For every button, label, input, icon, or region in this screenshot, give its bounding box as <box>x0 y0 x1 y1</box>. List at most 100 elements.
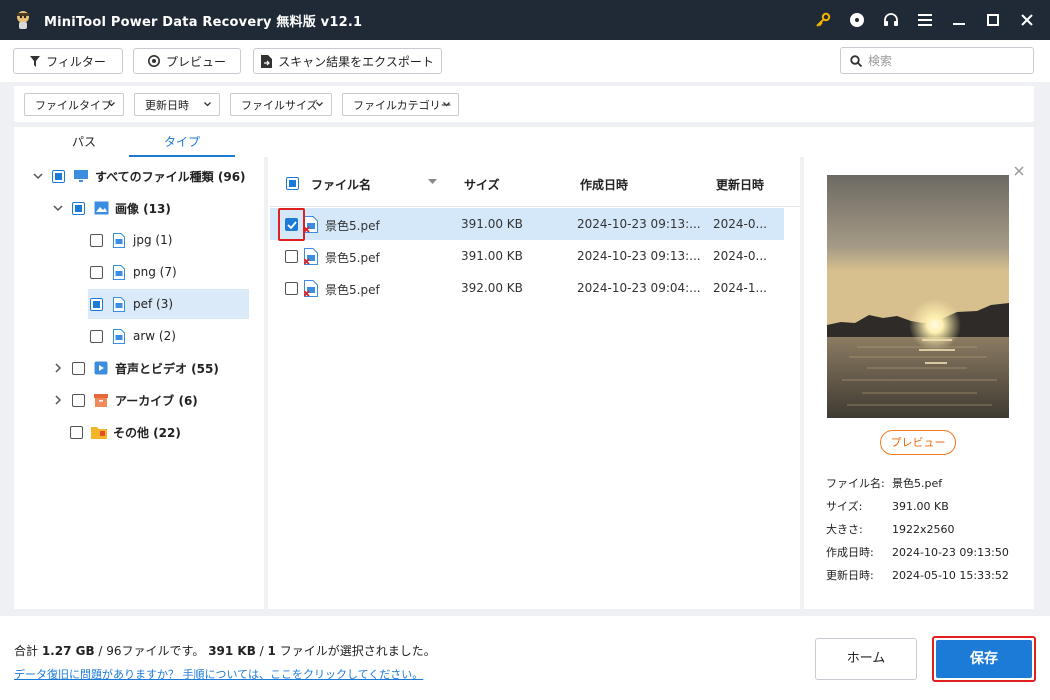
checkbox[interactable] <box>72 201 85 215</box>
tree-item-png[interactable]: png (7) <box>90 257 177 287</box>
close-preview-icon[interactable] <box>1013 165 1025 177</box>
meta-value: 1922x2560 <box>892 523 955 536</box>
row-checkbox[interactable] <box>285 250 298 263</box>
file-created: 2024-10-23 09:04:... <box>577 281 701 295</box>
tree-item-other[interactable]: その他 (22) <box>70 417 181 447</box>
eye-icon <box>147 55 160 67</box>
meta-value: 391.00 KB <box>892 500 949 513</box>
dropdown-label: ファイルサイズ <box>241 98 318 112</box>
row-checkbox[interactable] <box>285 282 298 295</box>
checkbox[interactable] <box>90 265 103 279</box>
checkbox[interactable] <box>90 297 103 311</box>
meta-key: ファイル名: <box>826 477 885 490</box>
home-button[interactable]: ホーム <box>815 638 917 680</box>
chevron-right-icon[interactable] <box>52 362 64 374</box>
folder-icon <box>91 424 107 440</box>
maximize-icon[interactable] <box>980 7 1006 33</box>
headset-icon[interactable] <box>878 7 904 33</box>
checkbox[interactable] <box>52 169 65 183</box>
checkbox[interactable] <box>70 425 83 439</box>
column-header-size[interactable]: サイズ <box>464 176 500 193</box>
chevron-down-icon <box>204 102 211 107</box>
key-icon[interactable] <box>810 7 836 33</box>
tree-item-audio-video[interactable]: 音声とビデオ (55) <box>52 353 219 383</box>
highlight-box <box>278 208 305 241</box>
menu-icon[interactable] <box>912 7 938 33</box>
file-created: 2024-10-23 09:13:... <box>577 217 701 231</box>
column-header-modified[interactable]: 更新日時 <box>716 176 764 193</box>
toolbar: フィルター プレビュー スキャン結果をエクスポート <box>0 40 1050 82</box>
table-row[interactable]: 景色5.pef 391.00 KB 2024-10-23 09:13:... 2… <box>270 208 784 240</box>
file-name: 景色5.pef <box>325 219 380 233</box>
image-icon <box>93 200 109 216</box>
minimize-icon[interactable] <box>946 7 972 33</box>
preview-panel: プレビュー ファイル名: 景色5.pef サイズ: 391.00 KB 大きさ: 19… <box>804 159 1034 609</box>
save-button[interactable]: 保存 <box>932 636 1036 682</box>
filter-button[interactable]: フィルター <box>13 48 123 74</box>
file-modified: 2024-0... <box>713 249 767 263</box>
file-created: 2024-10-23 09:13:... <box>577 249 701 263</box>
file-type-tree: すべてのファイル種類 (96) 画像 (13) jpg (1) png (7) … <box>14 159 264 609</box>
file-list-header: ファイル名 サイズ 作成日時 更新日時 <box>270 159 800 207</box>
dropdown-label: ファイルタイプ <box>35 98 112 112</box>
summary-sep: / <box>255 644 268 658</box>
main-panel: パス タイプ すべてのファイル種類 (96) 画像 (13) jpg (1) p… <box>14 127 1034 609</box>
tab-path[interactable]: パス <box>34 127 134 157</box>
close-icon[interactable] <box>1014 7 1040 33</box>
column-header-name[interactable]: ファイル名 <box>311 176 371 193</box>
chevron-right-icon[interactable] <box>52 394 64 406</box>
file-name: 景色5.pef <box>325 251 380 265</box>
checkbox[interactable] <box>90 233 103 247</box>
meta-key: 更新日時: <box>826 569 874 582</box>
deleted-file-icon <box>304 280 318 297</box>
dropdown-label: 更新日時 <box>145 98 189 112</box>
chevron-down-icon <box>316 102 323 107</box>
search-box[interactable] <box>840 47 1034 74</box>
file-list: ファイル名 サイズ 作成日時 更新日時 景色5.pef 391.00 KB 20… <box>270 159 800 609</box>
filter-modified-date-dropdown[interactable]: 更新日時 <box>134 93 220 116</box>
select-all-checkbox[interactable] <box>286 177 299 190</box>
checkbox[interactable] <box>72 393 85 407</box>
filter-file-size-dropdown[interactable]: ファイルサイズ <box>230 93 332 116</box>
checkbox[interactable] <box>72 361 85 375</box>
deleted-file-icon <box>304 248 318 265</box>
tree-item-label: 音声とビデオ (55) <box>115 361 219 376</box>
preview-image-button[interactable]: プレビュー <box>880 430 956 455</box>
checkbox[interactable] <box>90 329 103 343</box>
filter-file-type-dropdown[interactable]: ファイルタイプ <box>24 93 124 116</box>
summary-suffix: ファイルが選択されました。 <box>275 644 436 658</box>
tree-item-pef[interactable]: pef (3) <box>88 289 249 319</box>
preview-button[interactable]: プレビュー <box>133 48 241 74</box>
preview-button-label: プレビュー <box>165 54 226 69</box>
tree-item-label: 画像 (13) <box>115 201 171 216</box>
tab-type[interactable]: タイプ <box>129 127 235 157</box>
table-row[interactable]: 景色5.pef 392.00 KB 2024-10-23 09:04:... 2… <box>270 272 784 304</box>
column-header-created[interactable]: 作成日時 <box>580 176 628 193</box>
file-modified: 2024-1... <box>713 281 767 295</box>
disc-icon[interactable] <box>844 7 870 33</box>
chevron-down-icon[interactable] <box>52 202 64 214</box>
search-input[interactable] <box>868 53 1018 68</box>
tree-item-jpg[interactable]: jpg (1) <box>90 225 172 255</box>
video-icon <box>93 360 109 376</box>
chevron-down-icon[interactable] <box>32 170 44 182</box>
file-size: 391.00 KB <box>461 249 523 263</box>
divider <box>264 157 268 609</box>
meta-key: サイズ: <box>826 500 863 513</box>
export-button[interactable]: スキャン結果をエクスポート <box>253 48 442 74</box>
preview-image <box>827 175 1009 418</box>
dropdown-label: ファイルカテゴリー <box>353 98 452 112</box>
summary-prefix: 合計 <box>14 644 42 658</box>
filter-file-category-dropdown[interactable]: ファイルカテゴリー <box>342 93 459 116</box>
sort-down-icon[interactable] <box>428 179 437 184</box>
filter-row: ファイルタイプ 更新日時 ファイルサイズ ファイルカテゴリー <box>14 86 1034 122</box>
table-row[interactable]: 景色5.pef 391.00 KB 2024-10-23 09:13:... 2… <box>270 240 784 272</box>
tree-item-images[interactable]: 画像 (13) <box>52 193 171 223</box>
tree-item-archive[interactable]: アーカイブ (6) <box>52 385 198 415</box>
tree-item-all-types[interactable]: すべてのファイル種類 (96) <box>32 161 246 191</box>
help-link[interactable]: データ復旧に問題がありますか？ 手順については、ここをクリックしてください。 <box>14 666 423 682</box>
app-logo-icon <box>12 9 34 31</box>
file-modified: 2024-0... <box>713 217 767 231</box>
meta-key: 大きさ: <box>826 523 863 536</box>
tree-item-arw[interactable]: arw (2) <box>90 321 176 351</box>
